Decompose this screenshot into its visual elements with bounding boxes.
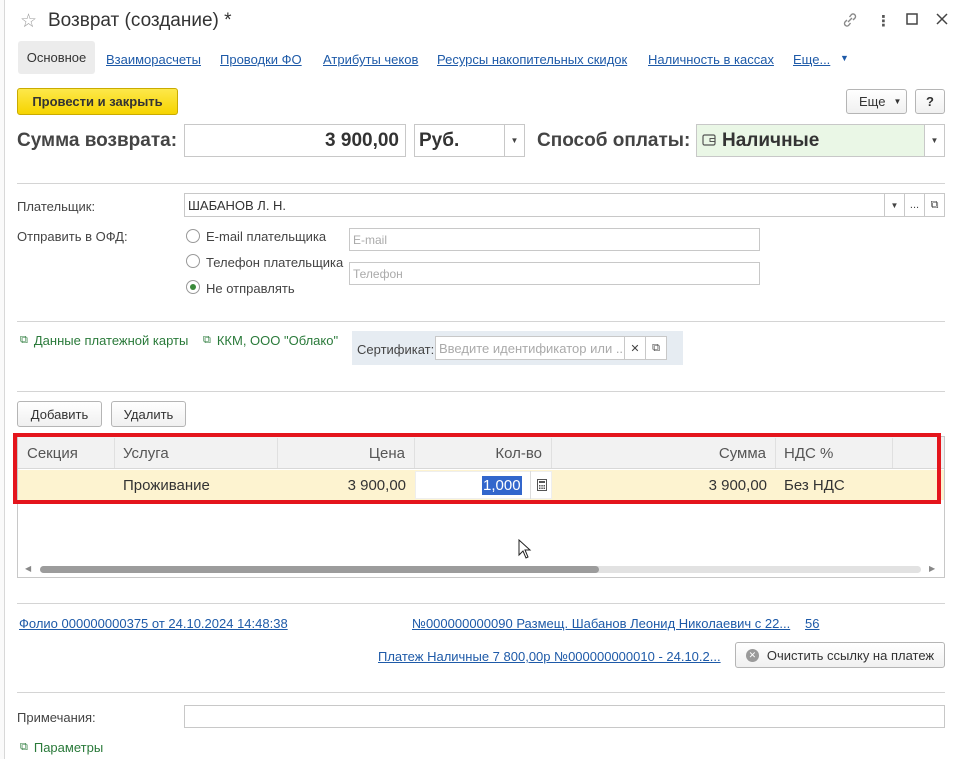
expand-icon: ⧉	[20, 741, 28, 753]
payer-select-button[interactable]: ...	[904, 194, 924, 216]
placement-link[interactable]: №000000000090 Размещ. Шабанов Леонид Ник…	[412, 616, 790, 631]
phone-input[interactable]: Телефон	[349, 262, 760, 285]
window-title: Возврат (создание) *	[48, 10, 232, 31]
payer-label: Плательщик:	[17, 199, 96, 214]
tab-cash-balance[interactable]: Наличность в кассах	[648, 52, 774, 67]
maximize-icon[interactable]	[906, 12, 918, 29]
scroll-left-icon[interactable]: ◀	[25, 564, 31, 573]
currency-value: Руб.	[419, 129, 460, 151]
email-input[interactable]: E-mail	[349, 228, 760, 251]
card-data-link[interactable]: ⧉ Данные платежной карты	[20, 333, 188, 348]
highlight-frame	[13, 433, 941, 504]
certificate-open-icon[interactable]: ⧉	[645, 337, 666, 359]
radio-dont-send[interactable]	[186, 280, 200, 294]
parameters-link[interactable]: ⧉ Параметры	[20, 740, 103, 755]
add-row-button[interactable]: Добавить	[17, 401, 102, 427]
certificate-label: Сертификат:	[357, 342, 435, 357]
divider	[17, 692, 945, 693]
radio-phone-label[interactable]: Телефон плательщика	[206, 255, 343, 270]
more-actions-button[interactable]: Еще ▼	[846, 89, 907, 114]
more-actions-label: Еще	[859, 94, 886, 109]
card-data-label: Данные платежной карты	[33, 333, 189, 348]
tab-discount-resources[interactable]: Ресурсы накопительных скидок	[437, 52, 627, 67]
certificate-placeholder: Введите идентификатор или ...	[439, 340, 624, 356]
divider	[17, 391, 945, 392]
payment-method-value: Наличные	[722, 129, 820, 151]
expand-icon: ⧉	[203, 334, 211, 346]
return-amount-label: Сумма возврата:	[17, 130, 178, 151]
currency-dropdown-icon[interactable]: ▼	[504, 125, 524, 156]
payer-value: ШАБАНОВ Л. Н.	[188, 197, 287, 213]
kkm-link[interactable]: ⧉ ККМ, ООО "Облако"	[203, 333, 338, 348]
close-icon[interactable]	[936, 12, 948, 29]
tab-settlements[interactable]: Взаиморасчеты	[106, 52, 201, 67]
tab-receipt-attributes[interactable]: Атрибуты чеков	[323, 52, 418, 67]
tab-fo-entries[interactable]: Проводки ФО	[220, 52, 302, 67]
mouse-cursor-icon	[518, 538, 532, 562]
divider	[17, 321, 945, 322]
divider	[17, 603, 945, 604]
notes-input[interactable]	[184, 705, 945, 728]
certificate-clear-icon[interactable]: ✕	[624, 337, 645, 359]
delete-row-button[interactable]: Удалить	[111, 401, 186, 427]
expand-icon: ⧉	[20, 334, 28, 346]
send-ofd-label: Отправить в ОФД:	[17, 229, 128, 244]
post-and-close-button[interactable]: Провести и закрыть	[17, 88, 178, 115]
radio-dont-send-label[interactable]: Не отправлять	[206, 281, 295, 296]
folio-link[interactable]: Фолио 000000000375 от 24.10.2024 14:48:3…	[19, 616, 288, 631]
payer-field[interactable]: ШАБАНОВ Л. Н. ▼ ... ⧉	[184, 193, 945, 217]
left-edge-divider	[0, 0, 5, 759]
notes-label: Примечания:	[17, 710, 96, 725]
divider	[17, 183, 945, 184]
tab-more-chevron-icon[interactable]: ▼	[840, 53, 849, 63]
radio-email-label[interactable]: E-mail плательщика	[206, 229, 326, 244]
clear-icon: ✕	[745, 648, 759, 662]
favorite-star-icon[interactable]: ☆	[20, 10, 37, 33]
more-actions-chevron-icon: ▼	[893, 97, 902, 106]
tab-more[interactable]: Еще...	[793, 52, 830, 67]
payment-method-select[interactable]: Наличные ▼	[696, 124, 945, 157]
payer-open-icon[interactable]: ⧉	[924, 194, 944, 216]
kkm-label: ККМ, ООО "Облако"	[216, 333, 339, 348]
return-amount-field[interactable]: 3 900,00	[184, 124, 406, 157]
more-menu-icon[interactable]: ⋮	[876, 12, 891, 30]
tab-main[interactable]: Основное	[18, 41, 95, 74]
wallet-icon	[702, 130, 716, 152]
certificate-input[interactable]: Введите идентификатор или ... ✕ ⧉	[435, 336, 667, 360]
placement-count-link[interactable]: 56	[805, 616, 819, 631]
radio-phone[interactable]	[186, 254, 200, 268]
payment-method-label: Способ оплаты:	[537, 130, 691, 151]
clear-payment-link-button[interactable]: ✕ Очистить ссылку на платеж	[735, 642, 945, 668]
clear-payment-link-label: Очистить ссылку на платеж	[766, 647, 935, 663]
scroll-right-icon[interactable]: ▶	[929, 564, 935, 573]
radio-email[interactable]	[186, 229, 200, 243]
currency-select[interactable]: Руб. ▼	[414, 124, 525, 157]
parameters-label: Параметры	[33, 740, 104, 755]
payment-method-dropdown-icon[interactable]: ▼	[924, 125, 944, 156]
link-icon[interactable]	[842, 12, 858, 32]
payer-dropdown-icon[interactable]: ▼	[884, 194, 904, 216]
payment-link[interactable]: Платеж Наличные 7 800,00р №000000000010 …	[378, 649, 721, 664]
horizontal-scrollbar-thumb[interactable]	[40, 566, 599, 573]
help-button[interactable]: ?	[915, 89, 945, 114]
